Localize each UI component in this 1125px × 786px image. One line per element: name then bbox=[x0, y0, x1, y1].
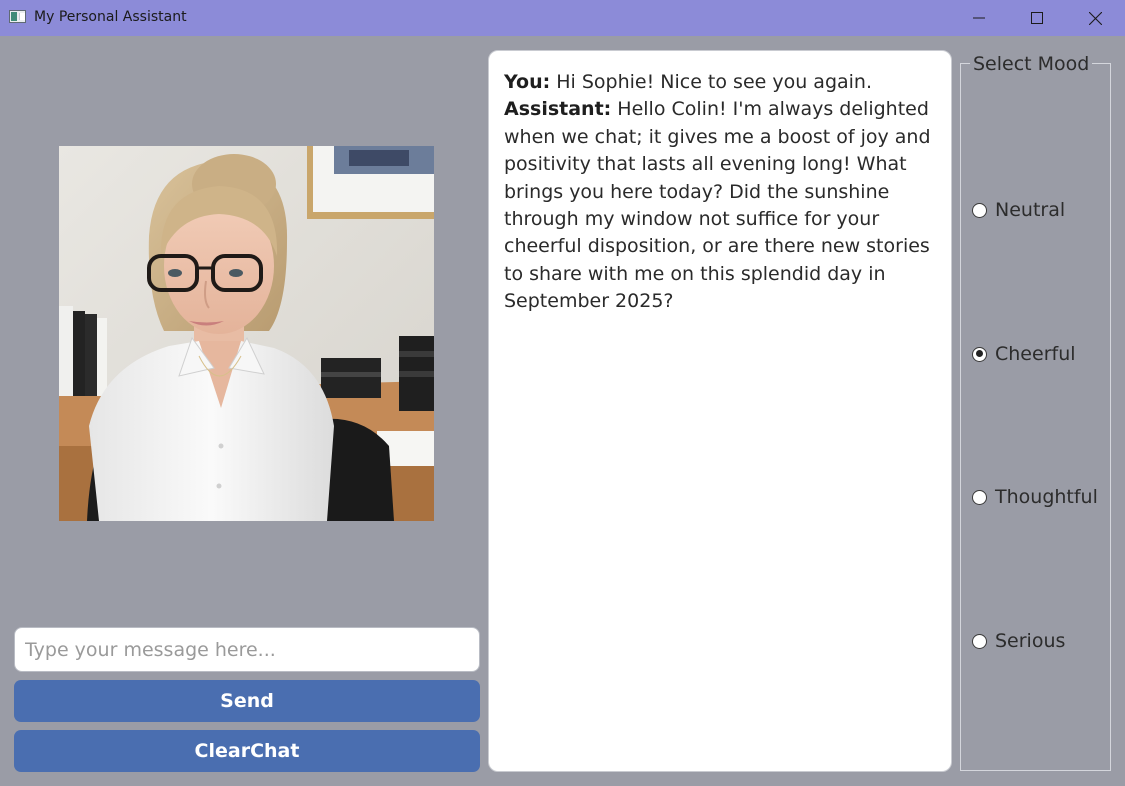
chat-message-assistant: Assistant: Hello Colin! I'm always delig… bbox=[504, 96, 937, 315]
mood-groupbox bbox=[960, 63, 1111, 771]
message-speaker: Assistant: bbox=[504, 98, 612, 121]
mood-option-label: Neutral bbox=[995, 199, 1066, 221]
send-button[interactable]: Send bbox=[14, 680, 480, 722]
title-bar: My Personal Assistant bbox=[0, 0, 1125, 36]
close-icon bbox=[1088, 11, 1102, 25]
radio-button-icon[interactable] bbox=[972, 633, 987, 649]
minimize-icon bbox=[973, 17, 985, 19]
close-button[interactable] bbox=[1066, 0, 1124, 36]
radio-button-icon[interactable] bbox=[972, 202, 987, 218]
app-window-icon bbox=[9, 10, 26, 23]
mood-group-title: Select Mood bbox=[970, 53, 1093, 75]
mood-option-label: Cheerful bbox=[995, 343, 1076, 365]
mood-option-serious[interactable]: Serious bbox=[972, 628, 1065, 654]
message-text: Hello Colin! I'm always delighted when w… bbox=[504, 98, 931, 313]
mood-option-label: Serious bbox=[995, 630, 1066, 652]
mood-option-neutral[interactable]: Neutral bbox=[972, 197, 1065, 223]
radio-button-selected-icon[interactable] bbox=[972, 346, 987, 362]
minimize-button[interactable] bbox=[950, 0, 1008, 36]
chat-message-user: You: Hi Sophie! Nice to see you again. bbox=[504, 69, 937, 96]
chat-transcript[interactable]: You: Hi Sophie! Nice to see you again. A… bbox=[488, 50, 952, 772]
mood-option-cheerful[interactable]: Cheerful bbox=[972, 341, 1076, 367]
maximize-icon bbox=[1031, 12, 1043, 24]
message-speaker: You: bbox=[504, 71, 551, 93]
assistant-avatar-image bbox=[59, 146, 434, 521]
mood-option-label: Thoughtful bbox=[995, 486, 1098, 508]
message-text: Hi Sophie! Nice to see you again. bbox=[550, 71, 873, 93]
window-title: My Personal Assistant bbox=[34, 9, 187, 25]
clear-chat-button[interactable]: ClearChat bbox=[14, 730, 480, 772]
message-input[interactable] bbox=[14, 627, 480, 672]
assistant-portrait bbox=[59, 146, 434, 521]
maximize-button[interactable] bbox=[1008, 0, 1066, 36]
mood-option-thoughtful[interactable]: Thoughtful bbox=[972, 484, 1098, 510]
radio-button-icon[interactable] bbox=[972, 489, 987, 505]
